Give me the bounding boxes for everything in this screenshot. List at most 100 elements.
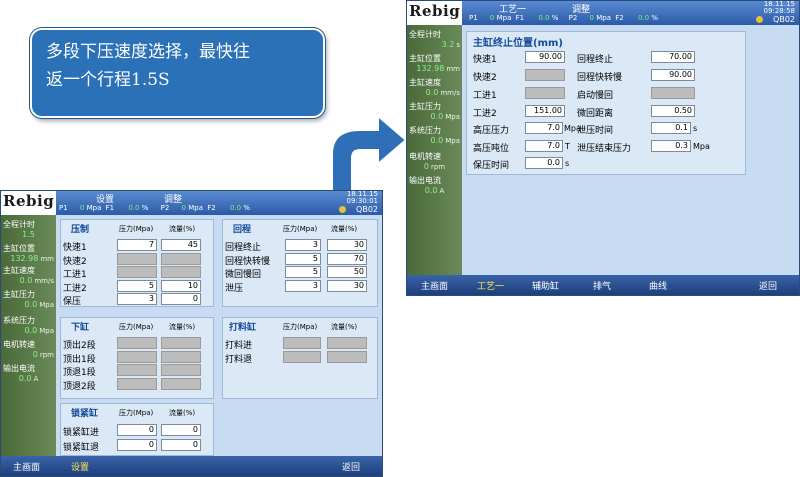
clock: 18.11.15 09:28:58 <box>764 1 795 15</box>
status-sidebar: 全程计时 1.5 主缸位置 132.98 mm 主缸速度 0.0 mm/s 主缸压力… <box>1 215 56 456</box>
press-label-hold: 保压 <box>63 297 82 307</box>
param-label-return-end: 回程终止 <box>577 55 614 65</box>
return-label-end: 回程终止 <box>225 243 262 253</box>
lock-forward-pressure[interactable]: 0 <box>117 424 157 436</box>
sidebar-system-pressure: 系统压力 0.0 Mpa <box>409 126 460 145</box>
lower-col-flow: 流量(%) <box>169 323 196 331</box>
sidebar-output-current: 输出电流 0.0 A <box>409 176 445 195</box>
param-label-start-slow: 启动慢回 <box>577 91 614 101</box>
press-title: 压制 <box>71 225 90 235</box>
return-microslow-flow[interactable]: 50 <box>327 266 367 278</box>
nav-home[interactable]: 主画面 <box>421 279 448 292</box>
param-hold-time-unit: s <box>565 159 570 168</box>
param-work2-value[interactable]: 151.00 <box>525 105 565 117</box>
press-label-work2: 工进2 <box>63 284 87 294</box>
right-hmi-screen: Rebig 工艺一 调整 P1 0 Mpa F1 0.0 % P2 0 Mpa … <box>406 0 800 296</box>
device-code: QB02 <box>773 15 795 24</box>
param-high-pressure-value[interactable]: 7.0 <box>525 122 563 134</box>
param-micro-distance-value[interactable]: 0.50 <box>651 105 695 117</box>
logo-area: Rebig <box>407 1 462 25</box>
left-hmi-screen: Rebig 设置 调整 P1 0 Mpa F1 0.0 % P2 0 Mpa F… <box>0 190 383 477</box>
param-high-tonnage-unit: T <box>565 142 570 151</box>
param-hold-time-value[interactable]: 0.0 <box>525 157 563 169</box>
return-end-flow[interactable]: 30 <box>327 239 367 251</box>
lower-retract2-pressure <box>117 378 157 390</box>
status-icon <box>756 16 763 23</box>
nav-process-1[interactable]: 工艺一 <box>477 279 504 292</box>
return-col-pressure: 压力(Mpa) <box>283 225 318 233</box>
knock-back-flow <box>327 351 367 363</box>
clock: 18.11.15 09:30:01 <box>347 191 378 205</box>
nav-back[interactable]: 返回 <box>342 460 360 473</box>
lock-label-forward: 锁紧缸进 <box>63 428 100 438</box>
return-fastslow-flow[interactable]: 70 <box>327 253 367 265</box>
callout-line-1: 多段下压速度选择，最快往 <box>46 42 250 62</box>
press-fast1-flow[interactable]: 45 <box>161 239 201 251</box>
sidebar-output-current: 输出电流 0.0 A <box>3 364 39 383</box>
lock-title: 锁紧缸 <box>71 409 99 419</box>
main-area: 主缸终止位置(mm) 快速1 90.00 快速2 工进1 工进2 151.00 … <box>462 25 799 275</box>
return-label-release: 泄压 <box>225 284 244 294</box>
press-col-pressure: 压力(Mpa) <box>119 225 154 233</box>
nav-setting[interactable]: 设置 <box>71 460 89 473</box>
status-sidebar: 全程计时 3.2 s 主缸位置 132.98 mm 主缸速度 0.0 mm/s 主缸压… <box>407 25 462 275</box>
return-release-flow[interactable]: 30 <box>327 280 367 292</box>
return-panel: 回程 压力(Mpa) 流量(%) 回程终止 3 30 回程快转慢 5 70 微回… <box>222 219 378 307</box>
param-label-fast1: 快速1 <box>473 55 497 65</box>
press-hold-pressure[interactable]: 3 <box>117 293 157 305</box>
param-label-high-pressure: 高压压力 <box>473 126 510 136</box>
param-fast1-value[interactable]: 90.00 <box>525 51 565 63</box>
knock-col-pressure: 压力(Mpa) <box>283 323 318 331</box>
press-label-fast2: 快速2 <box>63 257 87 267</box>
clock-time: 09:28:58 <box>763 7 795 15</box>
param-label-fast2: 快速2 <box>473 73 497 83</box>
lock-label-back: 锁紧缸退 <box>63 443 100 453</box>
device-code: QB02 <box>356 205 378 214</box>
lower-col-pressure: 压力(Mpa) <box>119 323 154 331</box>
nav-home[interactable]: 主画面 <box>13 460 40 473</box>
press-fast1-pressure[interactable]: 7 <box>117 239 157 251</box>
pressure-readout: P1 0 Mpa F1 0.0 % P2 0 Mpa F2 0.0 % <box>469 14 659 22</box>
sidebar-main-speed: 主缸速度 0.0 mm/s <box>3 266 54 285</box>
press-work2-flow[interactable]: 10 <box>161 280 201 292</box>
return-microslow-pressure[interactable]: 5 <box>285 266 321 278</box>
knockout-cylinder-panel: 打料缸 压力(Mpa) 流量(%) 打料进 打料退 <box>222 317 378 399</box>
sidebar-main-position: 主缸位置 132.98 mm <box>3 244 54 263</box>
param-release-time-value[interactable]: 0.1 <box>651 122 691 134</box>
param-return-fastslow-value[interactable]: 90.00 <box>651 69 695 81</box>
nav-exhaust[interactable]: 排气 <box>593 279 611 292</box>
return-release-pressure[interactable]: 3 <box>285 280 321 292</box>
return-title: 回程 <box>233 225 252 235</box>
param-release-end-pressure-unit: Mpa <box>693 142 710 151</box>
lower-retract1-flow <box>161 364 201 376</box>
nav-curve[interactable]: 曲线 <box>649 279 667 292</box>
knock-title: 打料缸 <box>229 323 257 333</box>
param-release-end-pressure-value[interactable]: 0.3 <box>651 140 691 152</box>
lock-forward-flow[interactable]: 0 <box>161 424 201 436</box>
press-label-fast1: 快速1 <box>63 243 87 253</box>
lower-label-retract1: 顶退1段 <box>63 368 96 378</box>
lock-back-flow[interactable]: 0 <box>161 439 201 451</box>
return-label-microslow: 微回慢回 <box>225 270 262 280</box>
knock-forward-pressure <box>283 337 321 349</box>
param-high-tonnage-value[interactable]: 7.0 <box>525 140 563 152</box>
sidebar-total-time: 全程计时 3.2 s <box>409 30 460 49</box>
knock-label-forward: 打料进 <box>225 341 253 351</box>
nav-back[interactable]: 返回 <box>759 279 777 292</box>
header-bar: Rebig 设置 调整 P1 0 Mpa F1 0.0 % P2 0 Mpa F… <box>1 191 382 215</box>
press-hold-flow[interactable]: 0 <box>161 293 201 305</box>
press-work2-pressure[interactable]: 5 <box>117 280 157 292</box>
nav-aux-cylinder[interactable]: 辅助缸 <box>532 279 559 292</box>
press-work1-flow <box>161 266 201 278</box>
end-position-panel: 主缸终止位置(mm) 快速1 90.00 快速2 工进1 工进2 151.00 … <box>466 31 746 175</box>
lock-back-pressure[interactable]: 0 <box>117 439 157 451</box>
return-fastslow-pressure[interactable]: 5 <box>285 253 321 265</box>
brand-logo: Rebig <box>409 2 461 20</box>
lower-label-eject1: 顶出1段 <box>63 355 96 365</box>
param-return-end-value[interactable]: 70.00 <box>651 51 695 63</box>
lower-eject2-pressure <box>117 337 157 349</box>
sidebar-main-pressure: 主缸压力 0.0 Mpa <box>3 290 54 309</box>
param-label-release-end-pressure: 泄压结束压力 <box>577 144 632 154</box>
end-position-title: 主缸终止位置(mm) <box>473 38 563 49</box>
return-end-pressure[interactable]: 3 <box>285 239 321 251</box>
